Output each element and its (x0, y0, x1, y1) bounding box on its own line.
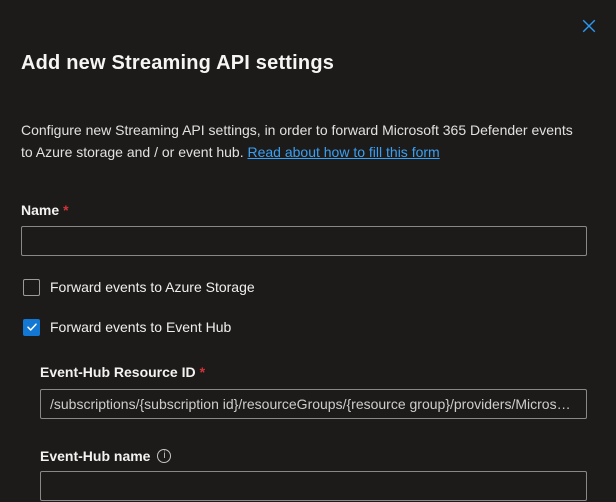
event-hub-checkbox[interactable] (23, 319, 40, 336)
event-hub-checkbox-label[interactable]: Forward events to Event Hub (50, 318, 231, 336)
description-line-1: Configure new Streaming API settings, in… (21, 119, 587, 141)
close-button[interactable] (579, 16, 599, 36)
resource-id-label: Event-Hub Resource ID (40, 364, 196, 380)
streaming-api-settings-dialog: Add new Streaming API settings Configure… (0, 0, 616, 502)
name-label: Name (21, 202, 59, 218)
close-icon (582, 19, 596, 33)
resource-id-required-marker: * (200, 364, 205, 380)
name-input[interactable] (21, 226, 587, 256)
resource-id-input[interactable] (40, 389, 587, 419)
name-required-marker: * (63, 202, 68, 218)
checkmark-icon (26, 321, 38, 333)
description-line-2: to Azure storage and / or event hub. Rea… (21, 141, 587, 163)
event-hub-name-label: Event-Hub name (40, 448, 150, 464)
azure-storage-checkbox-label[interactable]: Forward events to Azure Storage (50, 278, 255, 296)
forward-event-hub-row[interactable]: Forward events to Event Hub (23, 318, 587, 336)
resource-id-field-group: Event-Hub Resource ID* (40, 364, 587, 419)
event-hub-name-input[interactable] (40, 471, 587, 501)
dialog-description: Configure new Streaming API settings, in… (21, 119, 587, 163)
event-hub-name-field-group: Event-Hub name i (40, 448, 587, 501)
page-title: Add new Streaming API settings (21, 0, 587, 75)
info-icon[interactable]: i (157, 449, 171, 463)
read-about-link[interactable]: Read about how to fill this form (247, 144, 439, 160)
event-hub-name-label-row: Event-Hub name i (40, 448, 587, 464)
name-field-group: Name* (21, 202, 587, 256)
azure-storage-checkbox[interactable] (23, 279, 40, 296)
event-hub-settings-section: Event-Hub Resource ID* Event-Hub name i (21, 364, 587, 501)
forward-azure-storage-row[interactable]: Forward events to Azure Storage (23, 278, 587, 296)
